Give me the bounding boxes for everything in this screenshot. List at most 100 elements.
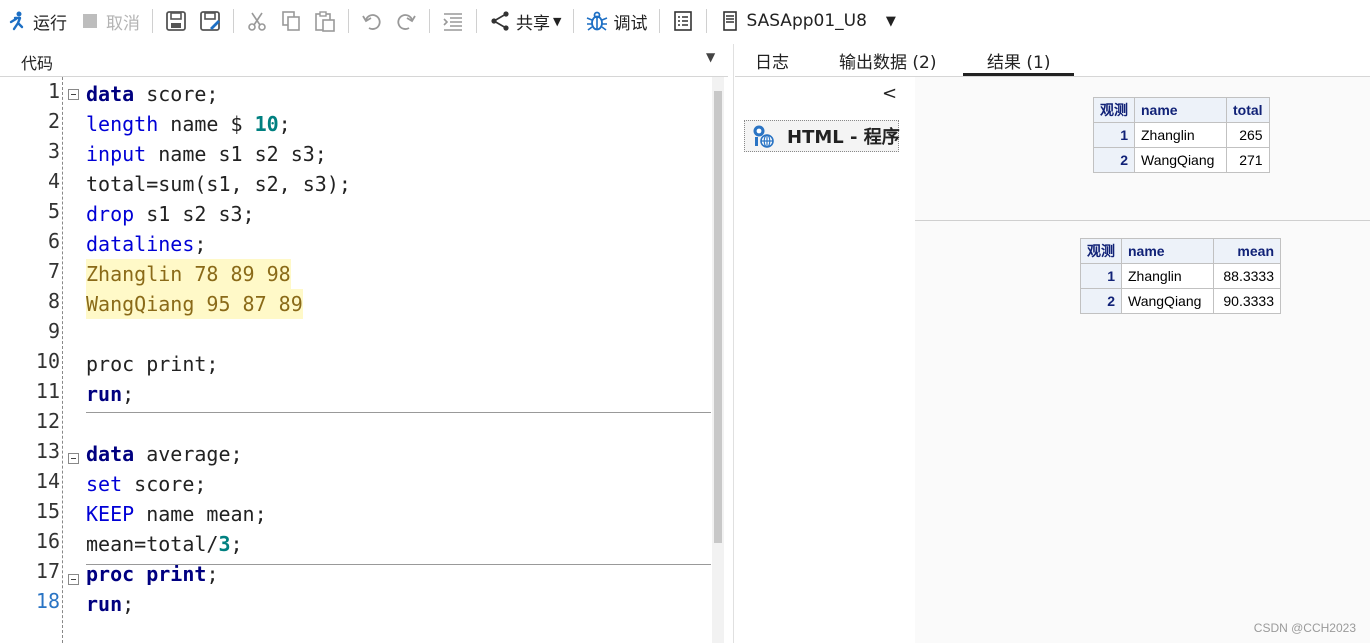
- toolbar-separator: [706, 9, 708, 33]
- code-line: set score;: [86, 469, 206, 499]
- server-dropdown-icon: ▼: [885, 13, 896, 29]
- code-editor[interactable]: 1 2 3 4 5 6 7 8 9 10 11 12 13 14 15 16 1…: [0, 77, 728, 643]
- row-obs: 1: [1080, 263, 1122, 289]
- share-label: 共享: [516, 13, 550, 34]
- fold-guide: [62, 77, 63, 643]
- token-statement: drop: [86, 202, 135, 226]
- line-number-current: 18: [35, 589, 60, 613]
- token-text: name s1 s2 s3;: [146, 142, 327, 166]
- paste-button[interactable]: [308, 6, 342, 36]
- step-boundary-line: [86, 564, 711, 565]
- list-icon: [672, 10, 694, 32]
- cell-mean: 88.3333: [1213, 263, 1281, 289]
- results-viewer: 观测 name total 1 Zhanglin 265 2 WangQiang…: [915, 77, 1370, 643]
- html-program-result-item[interactable]: HTML - 程序: [744, 120, 900, 152]
- redo-button[interactable]: [389, 6, 423, 36]
- html-result-label: HTML - 程序: [787, 127, 900, 148]
- token-text: name $: [158, 112, 255, 136]
- token-text: ;: [230, 532, 243, 556]
- token-keyword: run: [86, 592, 123, 616]
- line-number: 5: [47, 199, 60, 223]
- toolbar-separator: [429, 9, 430, 33]
- code-line: KEEP name mean;: [86, 499, 267, 529]
- html-result-icon: [751, 124, 775, 148]
- row-obs: 2: [1080, 288, 1122, 314]
- undo-button[interactable]: [355, 6, 389, 36]
- token-text: score;: [134, 82, 219, 106]
- token-keyword: data: [86, 442, 135, 466]
- fold-toggle-icon[interactable]: [68, 574, 79, 585]
- code-panel-menu-icon[interactable]: ▼: [706, 50, 715, 64]
- share-button[interactable]: 共享 ▼: [483, 6, 567, 36]
- table-row: 2 WangQiang 90.3333: [1080, 288, 1281, 314]
- tab-log[interactable]: 日志: [755, 48, 789, 73]
- line-number: 12: [35, 409, 60, 433]
- save-icon: [165, 10, 187, 32]
- copy-icon: [280, 10, 302, 32]
- cell-name: Zhanglin: [1121, 263, 1214, 289]
- fold-toggle-icon[interactable]: [68, 453, 79, 464]
- scrollbar-thumb[interactable]: [714, 91, 722, 543]
- bug-icon: [586, 10, 608, 32]
- line-number: 16: [35, 529, 60, 553]
- cell-name: WangQiang: [1121, 288, 1214, 314]
- token-text: ;: [206, 562, 219, 586]
- line-number: 15: [35, 499, 60, 523]
- token-keyword: proc: [86, 562, 135, 586]
- collapse-pane-icon[interactable]: <: [882, 83, 897, 104]
- cancel-button[interactable]: 取消: [73, 6, 146, 36]
- column-header-obs: 观测: [1093, 97, 1135, 123]
- tab-output-data[interactable]: 输出数据 (2): [839, 48, 936, 73]
- token-text: ;: [194, 232, 207, 256]
- column-header-total: total: [1226, 97, 1270, 123]
- share-icon: [489, 10, 511, 32]
- toolbar-separator: [573, 9, 575, 33]
- panel-divider[interactable]: [733, 44, 734, 643]
- fold-toggle-icon[interactable]: [68, 89, 79, 100]
- token-statement: input: [86, 142, 147, 166]
- redo-icon: [395, 10, 417, 32]
- print-table-average: 观测 name mean 1 Zhanglin 88.3333 2 WangQi…: [1080, 238, 1281, 314]
- code-panel-header: 代码 ▼: [0, 44, 728, 77]
- server-select[interactable]: SASApp01_U8 ▼: [713, 6, 901, 36]
- toolbar-separator: [659, 9, 661, 33]
- line-number: 7: [47, 259, 60, 283]
- cut-button[interactable]: [240, 6, 274, 36]
- server-icon: [719, 10, 741, 32]
- watermark: CSDN @CCH2023: [1253, 621, 1356, 635]
- column-header-obs: 观测: [1080, 238, 1122, 264]
- code-line: datalines;: [86, 229, 206, 259]
- cell-total: 265: [1226, 122, 1270, 148]
- line-number: 6: [47, 229, 60, 253]
- row-obs: 1: [1093, 122, 1135, 148]
- save-button[interactable]: [159, 6, 193, 36]
- format-button[interactable]: [436, 6, 470, 36]
- column-header-mean: mean: [1213, 238, 1281, 264]
- line-number-gutter: 1 2 3 4 5 6 7 8 9 10 11 12 13 14 15 16 1…: [0, 77, 62, 643]
- line-number: 1: [47, 79, 60, 103]
- toolbar-separator: [476, 9, 477, 33]
- tab-results[interactable]: 结果 (1): [987, 48, 1050, 73]
- scissors-icon: [246, 10, 268, 32]
- line-number: 13: [35, 439, 60, 463]
- debug-button[interactable]: 调试: [580, 6, 653, 36]
- copy-button[interactable]: [274, 6, 308, 36]
- run-button[interactable]: 运行: [0, 6, 73, 36]
- token-statement: KEEP: [86, 502, 135, 526]
- share-dropdown-icon: ▼: [553, 14, 562, 28]
- line-number: 11: [35, 379, 60, 403]
- line-number: 2: [47, 109, 60, 133]
- table-header-row: 观测 name total: [1093, 97, 1270, 123]
- properties-button[interactable]: [666, 6, 700, 36]
- code-line: run;: [86, 589, 134, 619]
- token-number: 10: [254, 112, 279, 136]
- toolbar-separator: [152, 9, 153, 33]
- format-code-icon: [442, 10, 464, 32]
- paste-icon: [314, 10, 336, 32]
- editor-vertical-scrollbar[interactable]: [712, 77, 724, 643]
- code-line: total=sum(s1, s2, s3);: [86, 172, 351, 196]
- token-keyword: data: [86, 82, 135, 106]
- step-boundary-line: [86, 412, 711, 413]
- save-as-button[interactable]: [193, 6, 227, 36]
- undo-icon: [361, 10, 383, 32]
